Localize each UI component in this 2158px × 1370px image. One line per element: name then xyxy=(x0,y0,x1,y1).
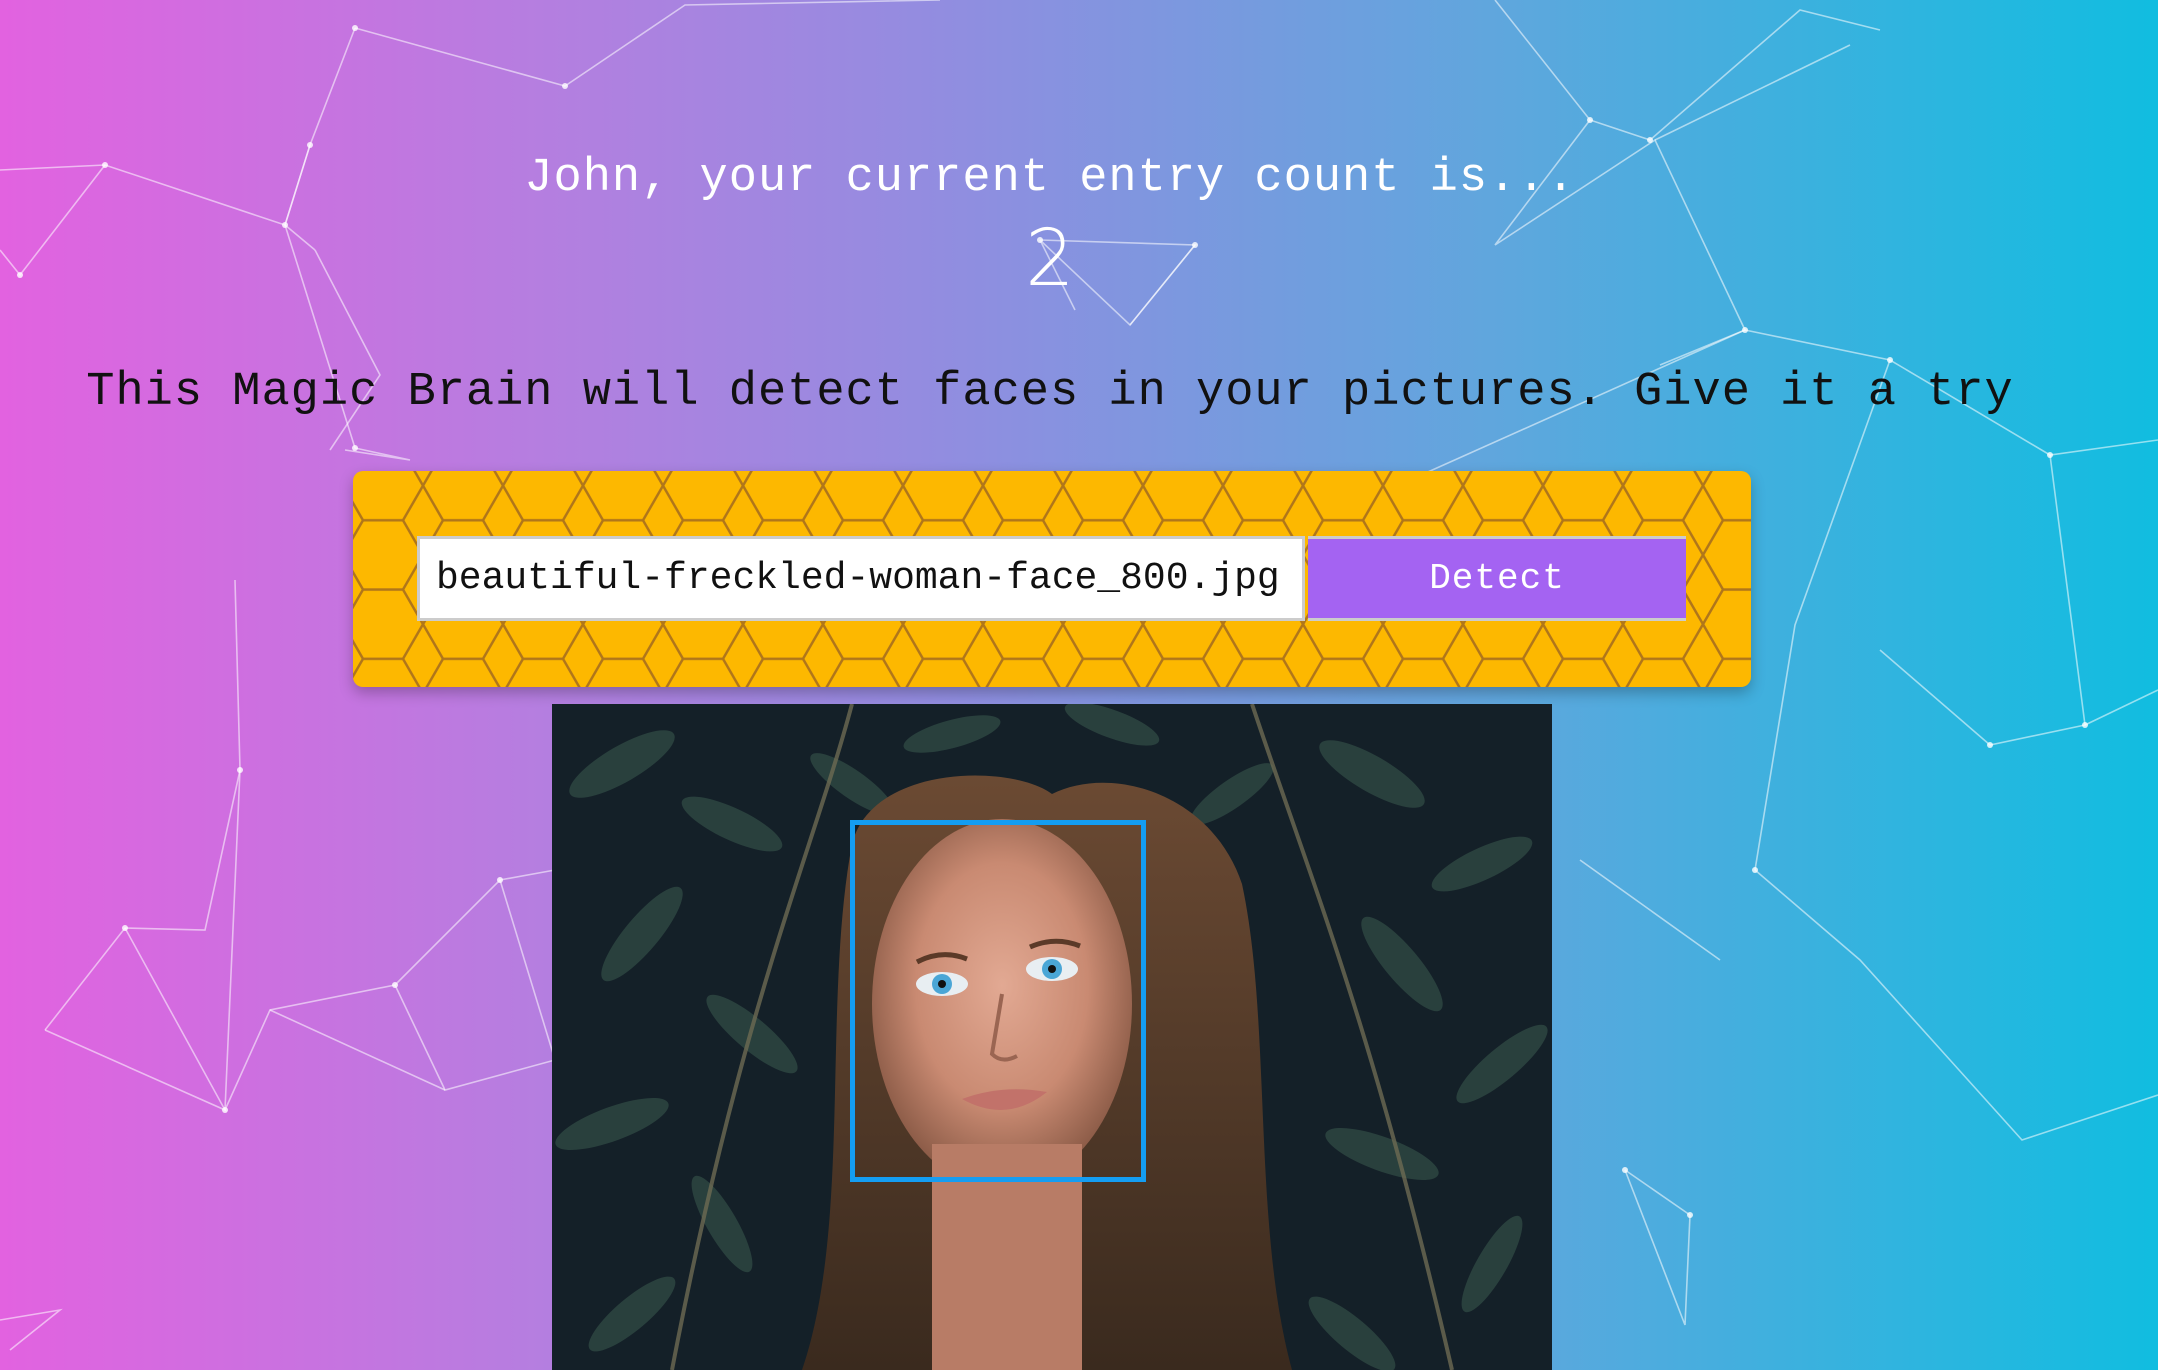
entry-count-greeting: John, your current entry count is... xyxy=(524,152,1576,205)
intro-text: This Magic Brain will detect faces in yo… xyxy=(86,366,2014,419)
image-url-input[interactable] xyxy=(417,536,1305,621)
face-bounding-box xyxy=(850,820,1146,1182)
image-link-form: Detect xyxy=(353,471,1751,687)
detect-button[interactable]: Detect xyxy=(1308,536,1686,621)
entry-count: 2 xyxy=(1025,214,1075,304)
detected-photo xyxy=(552,704,1552,1370)
